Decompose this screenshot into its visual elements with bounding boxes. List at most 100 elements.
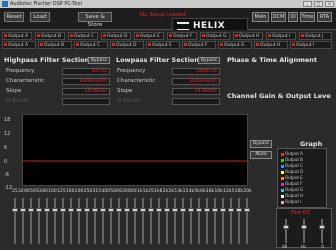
highpass-qfactor-field[interactable] [62, 98, 110, 105]
fader-knob[interactable] [116, 208, 122, 212]
fader-knob[interactable] [212, 208, 218, 212]
tab-output-i[interactable]: Output I [266, 32, 296, 40]
fine-eq-q-fader[interactable] [319, 219, 325, 243]
eq-band-fader[interactable] [12, 198, 18, 244]
fader-knob[interactable] [36, 208, 42, 212]
fader-knob[interactable] [283, 225, 289, 229]
graph-mute-button[interactable]: Mute [250, 151, 272, 159]
tab-output-j[interactable]: Output J [299, 32, 332, 40]
lowpass-characteristic-field[interactable]: Butterworth [172, 78, 220, 85]
fader-knob[interactable] [236, 208, 242, 212]
highpass-characteristic-field[interactable]: Butterworth [62, 78, 110, 85]
tab2-output-c[interactable]: Output C [74, 41, 108, 49]
tab-output-e[interactable]: Output E [134, 32, 164, 40]
eq-band-fader[interactable] [44, 198, 50, 244]
fader-knob[interactable] [156, 208, 162, 212]
fader-knob[interactable] [244, 208, 250, 212]
legend-item[interactable]: Output I [281, 199, 301, 204]
fader-knob[interactable] [100, 208, 106, 212]
tab2-output-h[interactable]: Output H [254, 41, 288, 49]
eq-band-fader[interactable] [212, 198, 218, 244]
fader-knob[interactable] [132, 208, 138, 212]
fader-knob[interactable] [140, 208, 146, 212]
fader-knob[interactable] [20, 208, 26, 212]
fader-knob[interactable] [204, 208, 210, 212]
fader-knob[interactable] [76, 208, 82, 212]
tab-output-b[interactable]: Output B [35, 32, 65, 40]
lowpass-qfactor-field[interactable] [172, 98, 220, 105]
tab-output-a[interactable]: Output A [2, 32, 32, 40]
eq-band-fader[interactable] [108, 198, 114, 244]
fader-knob[interactable] [12, 208, 18, 212]
tab2-output-b[interactable]: Output B [38, 41, 72, 49]
eq-band-fader[interactable] [204, 198, 210, 244]
legend-item[interactable]: Output G [281, 187, 303, 192]
legend-item[interactable]: Output E [281, 175, 303, 180]
fader-knob[interactable] [148, 208, 154, 212]
fine-eq-db-fader[interactable] [283, 219, 289, 243]
fader-knob[interactable] [188, 208, 194, 212]
tab2-output-a[interactable]: Output A [2, 41, 36, 49]
fader-knob[interactable] [196, 208, 202, 212]
eq-band-fader[interactable] [244, 198, 250, 244]
tab-output-h[interactable]: Output H [233, 32, 263, 40]
lowpass-bypass-button[interactable]: Bypass [198, 57, 220, 64]
fader-knob[interactable] [44, 208, 50, 212]
load-button[interactable]: Load [30, 12, 50, 22]
highpass-slope-field[interactable]: 24 dB/Oct [62, 88, 110, 95]
tab2-output-d[interactable]: Output D [110, 41, 144, 49]
eq-band-fader[interactable] [92, 198, 98, 244]
legend-item[interactable]: Output D [281, 169, 303, 174]
tab2-output-e[interactable]: Output E [146, 41, 180, 49]
close-icon[interactable]: × [325, 1, 334, 7]
nav-main[interactable]: Main [252, 12, 269, 22]
tab2-output-g[interactable]: Output G [218, 41, 252, 49]
lowpass-slope-field[interactable]: 24 dB/Oct [172, 88, 220, 95]
highpass-frequency-field[interactable]: 300 Hz [62, 68, 110, 75]
reset-button[interactable]: Reset [4, 12, 24, 22]
eq-band-fader[interactable] [180, 198, 186, 244]
highpass-bypass-button[interactable]: Bypass [88, 57, 110, 64]
eq-band-fader[interactable] [36, 198, 42, 244]
legend-item[interactable]: Output H [281, 193, 303, 198]
eq-band-fader[interactable] [220, 198, 226, 244]
fader-knob[interactable] [28, 208, 34, 212]
eq-band-fader[interactable] [116, 198, 122, 244]
eq-band-fader[interactable] [148, 198, 154, 244]
fader-knob[interactable] [124, 208, 130, 212]
fader-knob[interactable] [220, 208, 226, 212]
fader-knob[interactable] [319, 225, 325, 229]
fader-knob[interactable] [108, 208, 114, 212]
eq-band-fader[interactable] [124, 198, 130, 244]
eq-band-fader[interactable] [100, 198, 106, 244]
eq-band-fader[interactable] [68, 198, 74, 244]
tab-output-f[interactable]: Output F [167, 32, 197, 40]
eq-band-fader[interactable] [236, 198, 242, 244]
graph-bypass-button[interactable]: Bypass [250, 140, 272, 148]
eq-band-fader[interactable] [60, 198, 66, 244]
eq-band-fader[interactable] [84, 198, 90, 244]
eq-band-fader[interactable] [164, 198, 170, 244]
eq-band-fader[interactable] [132, 198, 138, 244]
eq-band-fader[interactable] [28, 198, 34, 244]
eq-band-fader[interactable] [52, 198, 58, 244]
fine-eq-hz-fader[interactable] [301, 219, 307, 243]
legend-item[interactable]: Output B [281, 157, 303, 162]
fader-knob[interactable] [84, 208, 90, 212]
eq-band-fader[interactable] [196, 198, 202, 244]
tab-output-c[interactable]: Output C [68, 32, 98, 40]
save-store-button[interactable]: Save & Store [78, 12, 112, 28]
fader-knob[interactable] [92, 208, 98, 212]
tab-output-g[interactable]: Output G [200, 32, 230, 40]
minimize-icon[interactable]: _ [303, 1, 312, 7]
legend-item[interactable]: Output A [281, 151, 303, 156]
fader-knob[interactable] [180, 208, 186, 212]
maximize-icon[interactable]: □ [314, 1, 323, 7]
fader-knob[interactable] [172, 208, 178, 212]
eq-response-graph[interactable] [22, 114, 249, 186]
eq-band-fader[interactable] [76, 198, 82, 244]
fader-knob[interactable] [164, 208, 170, 212]
lowpass-frequency-field[interactable]: 10000 Hz [172, 68, 220, 75]
fader-knob[interactable] [301, 225, 307, 229]
tab-output-d[interactable]: Output D [101, 32, 131, 40]
